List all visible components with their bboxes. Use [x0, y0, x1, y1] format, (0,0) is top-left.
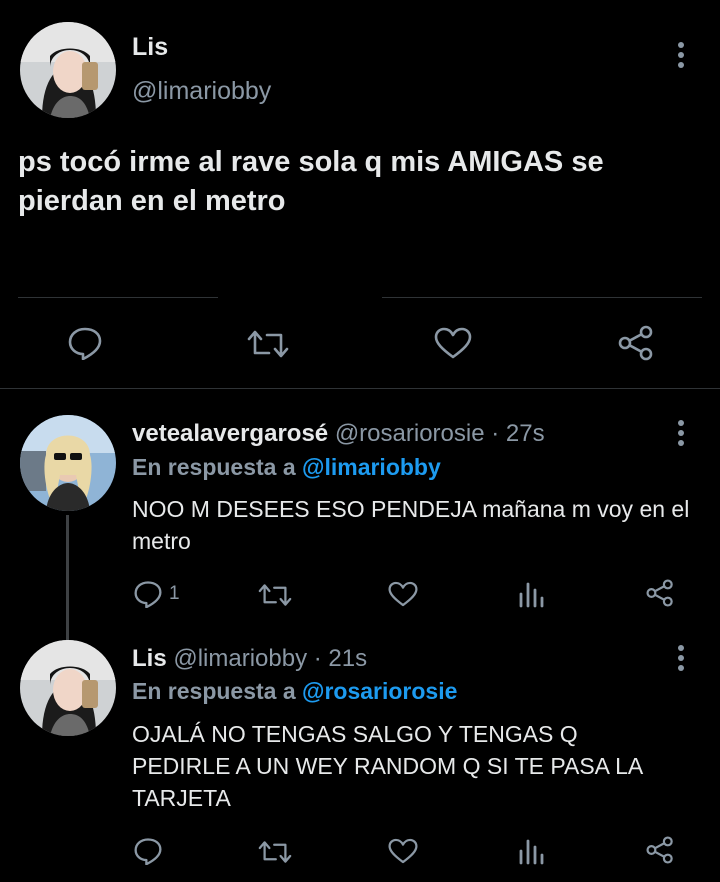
author-name[interactable]: vetealavergarosé — [132, 420, 328, 447]
retweet-icon — [258, 841, 292, 863]
share-button[interactable] — [645, 836, 675, 864]
reply-to-line: En respuesta a @limariobby — [132, 454, 441, 481]
divider — [382, 297, 702, 298]
reply-text: OJALÁ NO TENGAS SALGO Y TENGAS Q PEDIRLE… — [132, 721, 642, 811]
tweet-text: ps tocó irme al rave sola q mis AMIGAS s… — [18, 146, 604, 217]
divider — [18, 297, 218, 298]
analytics-button[interactable] — [518, 837, 544, 865]
reply-header: Lis @limariobby · 21s — [132, 645, 367, 673]
author-name[interactable]: Lis — [132, 645, 167, 672]
share-button[interactable] — [617, 325, 655, 361]
analytics-icon — [519, 839, 544, 865]
reply-to-mention[interactable]: @rosariorosie — [302, 678, 457, 704]
reply-icon — [134, 838, 162, 865]
avatar-vetealavergarose[interactable] — [20, 415, 116, 511]
more-options-icon[interactable] — [666, 643, 696, 673]
reply-icon — [134, 581, 162, 608]
share-icon — [646, 836, 673, 864]
author-handle[interactable]: @limariobby — [132, 77, 271, 106]
like-icon — [434, 327, 472, 359]
more-options-icon[interactable] — [666, 40, 696, 70]
retweet-icon — [247, 330, 289, 358]
reply-header: vetealavergarosé @rosariorosie · 27s — [132, 420, 545, 448]
avatar-lis[interactable] — [20, 640, 116, 736]
author-name[interactable]: Lis — [132, 33, 168, 62]
share-icon — [618, 325, 653, 361]
reply-icon — [68, 327, 102, 360]
like-icon — [388, 581, 418, 607]
analytics-button[interactable] — [518, 580, 544, 608]
share-icon — [646, 579, 673, 607]
author-handle[interactable]: @limariobby — [173, 645, 307, 672]
like-icon — [388, 838, 418, 864]
like-button[interactable] — [434, 327, 472, 359]
more-options-icon[interactable] — [666, 418, 696, 448]
like-button[interactable] — [388, 838, 418, 864]
reply-to-line: En respuesta a @rosariorosie — [132, 678, 457, 705]
reply-to-prefix: En respuesta a — [132, 678, 303, 704]
timestamp[interactable]: · 21s — [314, 645, 367, 672]
timestamp[interactable]: · 27s — [491, 420, 544, 447]
reply-button[interactable] — [133, 837, 163, 865]
reply-to-prefix: En respuesta a — [132, 454, 303, 480]
reply-count: 1 — [169, 583, 180, 604]
retweet-button[interactable] — [258, 840, 292, 864]
retweet-button[interactable] — [258, 583, 292, 607]
divider — [0, 388, 720, 389]
avatar-lis[interactable] — [20, 22, 116, 118]
analytics-icon — [519, 582, 544, 608]
like-button[interactable] — [388, 581, 418, 607]
thread-line — [66, 515, 69, 643]
share-button[interactable] — [645, 579, 675, 607]
retweet-icon — [258, 584, 292, 606]
reply-to-mention[interactable]: @limariobby — [302, 454, 441, 480]
reply-button[interactable] — [67, 326, 103, 360]
author-handle[interactable]: @rosariorosie — [335, 420, 485, 447]
retweet-button[interactable] — [247, 329, 289, 359]
reply-text: NOO M DESEES ESO PENDEJA mañana m voy en… — [132, 496, 690, 554]
reply-button[interactable]: 1 — [133, 580, 180, 608]
